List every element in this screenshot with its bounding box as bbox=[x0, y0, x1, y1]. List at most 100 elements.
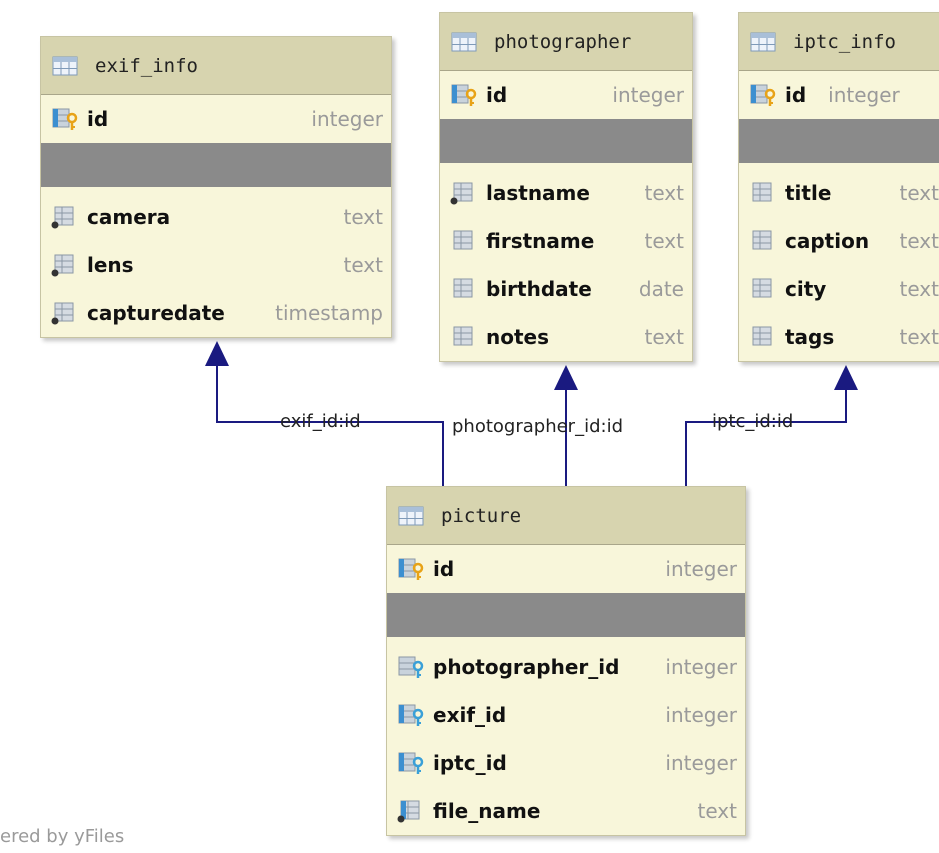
column-type: integer bbox=[828, 83, 900, 107]
primary-key-icon bbox=[451, 84, 477, 106]
table-icon bbox=[750, 32, 776, 51]
fk-row[interactable]: iptc_id integer bbox=[387, 739, 745, 787]
separator bbox=[739, 119, 939, 163]
column-row[interactable]: file_name text bbox=[387, 787, 745, 835]
column-name: firstname bbox=[486, 229, 595, 253]
column-name: capturedate bbox=[87, 301, 225, 325]
column-icon bbox=[752, 182, 772, 202]
column-type: text bbox=[899, 277, 939, 301]
column-icon bbox=[752, 278, 772, 298]
edge-label-iptc: iptc_id:id bbox=[712, 411, 794, 432]
table-icon bbox=[398, 506, 424, 525]
edge-label-exif: exif_id:id bbox=[280, 411, 361, 432]
table-exif-info[interactable]: exif_info id integer camera text lens te… bbox=[40, 36, 392, 338]
column-icon bbox=[450, 182, 473, 205]
pk-row[interactable]: id integer bbox=[739, 71, 939, 119]
pk-row[interactable]: id integer bbox=[41, 95, 391, 143]
column-type: integer bbox=[665, 557, 737, 581]
column-row[interactable]: camera text bbox=[41, 193, 391, 241]
column-name: iptc_id bbox=[433, 751, 507, 775]
column-row[interactable]: city text bbox=[739, 265, 939, 313]
fk-row[interactable]: exif_id integer bbox=[387, 691, 745, 739]
column-type: integer bbox=[665, 751, 737, 775]
column-name: title bbox=[785, 181, 832, 205]
column-row[interactable]: caption text bbox=[739, 217, 939, 265]
column-name: id bbox=[486, 83, 508, 107]
table-title: photographer bbox=[494, 30, 632, 53]
column-name: lens bbox=[87, 253, 134, 277]
column-name: id bbox=[785, 83, 807, 107]
table-picture[interactable]: picture id integer photographer_id integ… bbox=[386, 486, 746, 836]
column-icon bbox=[453, 326, 473, 346]
foreign-key-icon bbox=[398, 656, 424, 678]
column-type: text bbox=[644, 325, 684, 349]
table-iptc-info[interactable]: iptc_info id integer title text caption bbox=[738, 12, 939, 362]
separator bbox=[41, 143, 391, 187]
arrowhead-iptc bbox=[834, 365, 858, 390]
column-icon bbox=[397, 800, 420, 823]
column-icon bbox=[51, 254, 74, 277]
column-icon bbox=[453, 278, 473, 298]
column-type: integer bbox=[311, 107, 383, 131]
column-name: photographer_id bbox=[433, 655, 620, 679]
column-icon bbox=[453, 230, 473, 250]
edge-iptc[interactable] bbox=[685, 390, 847, 486]
foreign-key-icon bbox=[398, 704, 424, 726]
column-row[interactable]: capturedate timestamp bbox=[41, 289, 391, 337]
column-type: integer bbox=[665, 655, 737, 679]
watermark: ered by yFiles bbox=[0, 826, 125, 847]
column-name: id bbox=[433, 557, 455, 581]
column-name: caption bbox=[785, 229, 870, 253]
column-row[interactable]: notes text bbox=[440, 313, 692, 361]
column-name: city bbox=[785, 277, 827, 301]
column-row[interactable]: tags text bbox=[739, 313, 939, 361]
pk-row[interactable]: id integer bbox=[440, 71, 692, 119]
column-type: text bbox=[899, 325, 939, 349]
column-type: text bbox=[644, 229, 684, 253]
column-type: text bbox=[899, 229, 939, 253]
foreign-key-icon bbox=[398, 752, 424, 774]
column-type: integer bbox=[612, 83, 684, 107]
column-name: birthdate bbox=[486, 277, 592, 301]
column-name: exif_id bbox=[433, 703, 507, 727]
column-name: id bbox=[87, 107, 109, 131]
arrowhead-exif bbox=[205, 341, 229, 366]
column-type: text bbox=[644, 181, 684, 205]
separator bbox=[387, 593, 745, 637]
column-row[interactable]: title text bbox=[739, 169, 939, 217]
primary-key-icon bbox=[398, 558, 424, 580]
primary-key-icon bbox=[750, 84, 776, 106]
column-row[interactable]: lens text bbox=[41, 241, 391, 289]
column-icon bbox=[51, 206, 74, 229]
table-header[interactable]: iptc_info bbox=[739, 13, 939, 71]
column-type: text bbox=[343, 205, 383, 229]
pk-row[interactable]: id integer bbox=[387, 545, 745, 593]
table-icon bbox=[451, 32, 477, 51]
column-row[interactable]: lastname text bbox=[440, 169, 692, 217]
column-type: integer bbox=[665, 703, 737, 727]
table-photographer[interactable]: photographer id integer lastname text fi… bbox=[439, 12, 693, 362]
column-row[interactable]: birthdate date bbox=[440, 265, 692, 313]
table-title: exif_info bbox=[95, 54, 198, 77]
separator bbox=[440, 119, 692, 163]
column-name: tags bbox=[785, 325, 835, 349]
column-icon bbox=[752, 326, 772, 346]
column-type: text bbox=[697, 799, 737, 823]
table-header[interactable]: picture bbox=[387, 487, 745, 545]
table-icon bbox=[52, 56, 78, 75]
table-header[interactable]: photographer bbox=[440, 13, 692, 71]
table-title: iptc_info bbox=[793, 30, 896, 53]
arrowhead-photographer bbox=[554, 365, 578, 390]
column-icon bbox=[51, 302, 74, 325]
column-icon bbox=[752, 230, 772, 250]
column-type: text bbox=[343, 253, 383, 277]
column-name: file_name bbox=[433, 799, 541, 823]
edge-label-photographer: photographer_id:id bbox=[452, 416, 623, 437]
column-row[interactable]: firstname text bbox=[440, 217, 692, 265]
column-type: timestamp bbox=[275, 301, 383, 325]
primary-key-icon bbox=[52, 108, 78, 130]
table-header[interactable]: exif_info bbox=[41, 37, 391, 95]
fk-row[interactable]: photographer_id integer bbox=[387, 643, 745, 691]
column-name: notes bbox=[486, 325, 550, 349]
column-name: camera bbox=[87, 205, 171, 229]
